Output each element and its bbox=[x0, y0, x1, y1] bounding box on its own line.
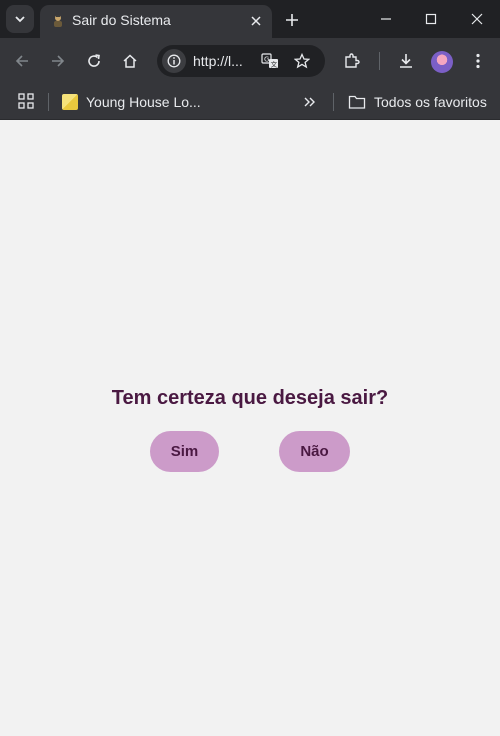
svg-text:文: 文 bbox=[271, 60, 278, 69]
folder-icon bbox=[348, 95, 366, 109]
reload-icon bbox=[88, 54, 100, 67]
star-icon bbox=[294, 53, 310, 69]
double-chevron-icon bbox=[304, 97, 315, 107]
arrow-right-icon bbox=[52, 55, 65, 67]
bookmark-favicon-icon bbox=[62, 94, 78, 110]
bookmarks-separator bbox=[333, 93, 334, 111]
confirm-yes-button[interactable]: Sim bbox=[150, 431, 219, 472]
home-icon bbox=[123, 54, 137, 68]
folder-label: Todos os favoritos bbox=[374, 94, 487, 110]
active-tab[interactable]: Sair do Sistema bbox=[40, 5, 272, 38]
browser-tab-strip: Sair do Sistema bbox=[0, 0, 500, 38]
forward-button[interactable] bbox=[46, 49, 70, 73]
extensions-button[interactable] bbox=[340, 49, 364, 73]
confirm-no-button[interactable]: Não bbox=[279, 431, 350, 472]
minimize-icon bbox=[381, 18, 391, 20]
tab-close-button[interactable] bbox=[246, 11, 266, 31]
info-icon bbox=[167, 54, 181, 68]
all-bookmarks-folder[interactable]: Todos os favoritos bbox=[348, 90, 487, 114]
bookmark-label: Young House Lo... bbox=[86, 94, 201, 110]
arrow-left-icon bbox=[15, 55, 28, 67]
back-button[interactable] bbox=[10, 49, 34, 73]
browser-menu-button[interactable] bbox=[466, 49, 490, 73]
minimize-button[interactable] bbox=[366, 4, 406, 34]
close-icon bbox=[251, 16, 261, 26]
puzzle-icon bbox=[345, 53, 360, 68]
address-bar[interactable]: http://l... G文 bbox=[157, 45, 325, 77]
browser-toolbar: http://l... G文 bbox=[0, 38, 500, 84]
new-tab-button[interactable] bbox=[280, 8, 304, 32]
url-text[interactable]: http://l... bbox=[193, 53, 249, 69]
window-close-icon bbox=[471, 13, 483, 25]
toolbar-separator bbox=[379, 52, 380, 70]
translate-button[interactable]: G文 bbox=[259, 51, 281, 71]
plus-icon bbox=[286, 14, 298, 26]
profile-avatar[interactable] bbox=[431, 51, 453, 73]
site-favicon-icon bbox=[54, 15, 62, 27]
bookmarks-separator bbox=[48, 93, 49, 111]
apps-grid-icon[interactable] bbox=[17, 92, 35, 110]
tab-title: Sair do Sistema bbox=[72, 12, 171, 28]
bookmarks-bar: Young House Lo... Todos os favoritos bbox=[0, 84, 500, 120]
downloads-button[interactable] bbox=[394, 49, 418, 73]
bookmark-item[interactable]: Young House Lo... bbox=[62, 90, 201, 114]
svg-text:G: G bbox=[264, 56, 269, 64]
bookmark-star-button[interactable] bbox=[291, 50, 313, 72]
logout-question: Tem certeza que deseja sair? bbox=[111, 387, 389, 409]
tab-search-button[interactable] bbox=[6, 5, 34, 33]
home-button[interactable] bbox=[118, 49, 142, 73]
translate-icon: G文 bbox=[261, 53, 278, 69]
chevron-down-icon bbox=[15, 16, 25, 23]
download-icon bbox=[400, 54, 412, 68]
page-content: Tem certeza que deseja sair? Sim Não bbox=[0, 120, 500, 736]
maximize-button[interactable] bbox=[411, 4, 451, 34]
more-bookmarks-button[interactable] bbox=[300, 92, 320, 112]
kebab-menu-icon bbox=[476, 53, 480, 69]
window-close-button[interactable] bbox=[457, 4, 497, 34]
reload-button[interactable] bbox=[82, 49, 106, 73]
maximize-icon bbox=[425, 13, 437, 25]
site-info-button[interactable] bbox=[162, 49, 186, 73]
